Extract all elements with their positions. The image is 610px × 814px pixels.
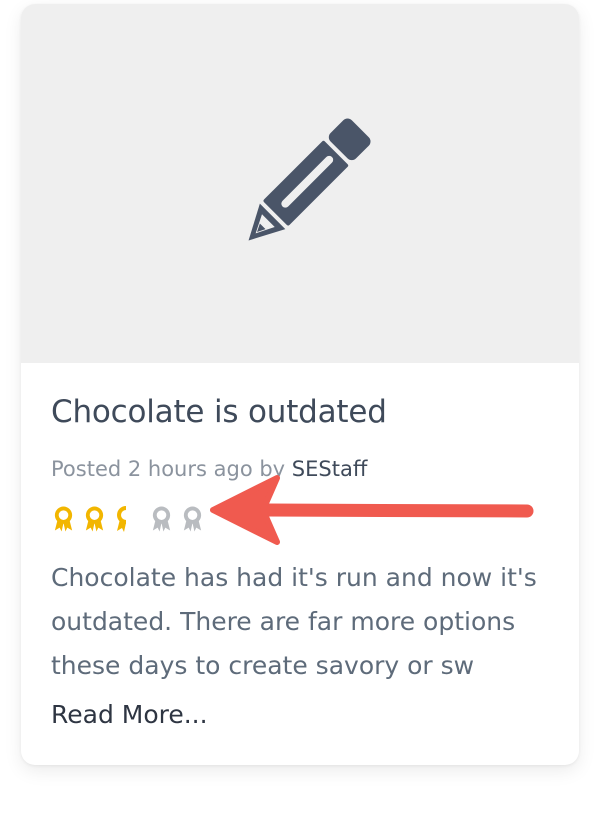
award-ribbon-half-icon: [117, 506, 126, 532]
author-link[interactable]: SEStaff: [292, 457, 368, 481]
post-card[interactable]: Chocolate is outdated Posted 2 hours ago…: [21, 4, 579, 765]
award-ribbon-empty-icon: [152, 506, 171, 532]
posted-time-text: Posted 2 hours ago by: [51, 457, 292, 481]
post-thumbnail[interactable]: [21, 4, 579, 363]
post-meta: Posted 2 hours ago by SEStaff: [51, 457, 367, 481]
read-more-link[interactable]: Read More...: [51, 700, 208, 729]
post-title[interactable]: Chocolate is outdated: [51, 394, 387, 430]
award-ribbon-empty-icon: [183, 506, 202, 532]
award-ribbon-icon: [54, 506, 73, 532]
post-excerpt: Chocolate has had it's run and now it's …: [51, 563, 537, 680]
rating-badges: [52, 504, 212, 534]
award-ribbon-icon: [85, 506, 104, 532]
pencil-icon: [248, 118, 371, 241]
